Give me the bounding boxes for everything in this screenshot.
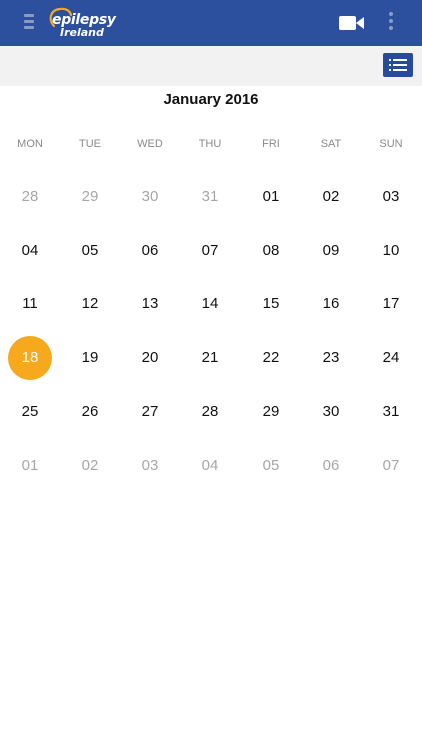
calendar-day[interactable]: 12 — [68, 282, 112, 326]
calendar-day[interactable]: 21 — [188, 336, 232, 380]
list-view-button[interactable] — [383, 53, 413, 77]
weekday-label: MON — [17, 138, 43, 150]
calendar-day[interactable]: 02 — [68, 444, 112, 488]
calendar-day[interactable]: 31 — [188, 175, 232, 219]
calendar-day[interactable]: 25 — [8, 390, 52, 434]
calendar-day[interactable]: 23 — [309, 336, 353, 380]
calendar-day[interactable]: 30 — [309, 390, 353, 434]
calendar-day[interactable]: 27 — [128, 390, 172, 434]
weekday-label: FRI — [262, 138, 280, 150]
calendar-day[interactable]: 22 — [249, 336, 293, 380]
calendar-day[interactable]: 06 — [128, 229, 172, 273]
calendar-day[interactable]: 02 — [309, 175, 353, 219]
calendar-day[interactable]: 10 — [369, 229, 413, 273]
calendar-day[interactable]: 26 — [68, 390, 112, 434]
calendar-day[interactable]: 14 — [188, 282, 232, 326]
weekday-header: MON TUE WED THU FRI SAT SUN — [0, 138, 422, 152]
calendar-day[interactable]: 17 — [369, 282, 413, 326]
weekday-label: SUN — [379, 138, 403, 150]
calendar-day[interactable]: 03 — [128, 444, 172, 488]
calendar-day[interactable]: 07 — [188, 229, 232, 273]
calendar-day[interactable]: 29 — [68, 175, 112, 219]
calendar-day[interactable]: 06 — [309, 444, 353, 488]
calendar-day[interactable]: 09 — [309, 229, 353, 273]
hamburger-icon[interactable] — [24, 14, 36, 30]
logo-text-line2: Ireland — [60, 26, 104, 39]
calendar-day[interactable]: 03 — [369, 175, 413, 219]
calendar-day[interactable]: 19 — [68, 336, 112, 380]
weekday-label: THU — [198, 138, 222, 150]
weekday-label: WED — [137, 138, 163, 150]
calendar-day[interactable]: 29 — [249, 390, 293, 434]
list-view-icon — [389, 59, 407, 71]
calendar-day[interactable]: 28 — [8, 175, 52, 219]
calendar-day[interactable]: 28 — [188, 390, 232, 434]
calendar-day-selected[interactable]: 18 — [8, 336, 52, 380]
calendar-day[interactable]: 13 — [128, 282, 172, 326]
calendar-day[interactable]: 01 — [8, 444, 52, 488]
calendar-day[interactable]: 07 — [369, 444, 413, 488]
calendar-day[interactable]: 20 — [128, 336, 172, 380]
calendar-day[interactable]: 01 — [249, 175, 293, 219]
calendar-day[interactable]: 30 — [128, 175, 172, 219]
calendar-day[interactable]: 11 — [8, 282, 52, 326]
month-title: January 2016 — [163, 91, 259, 108]
calendar-day[interactable]: 31 — [369, 390, 413, 434]
calendar-day[interactable]: 15 — [249, 282, 293, 326]
toolbar — [0, 46, 422, 86]
weekday-label: TUE — [79, 138, 101, 150]
calendar-day[interactable]: 04 — [8, 229, 52, 273]
weekday-label: SAT — [320, 138, 342, 150]
calendar-day[interactable]: 05 — [249, 444, 293, 488]
app-logo: epilepsy Ireland — [46, 6, 116, 40]
app-bar: epilepsy Ireland — [0, 0, 422, 46]
calendar-day[interactable]: 08 — [249, 229, 293, 273]
calendar-day[interactable]: 16 — [309, 282, 353, 326]
calendar-day[interactable]: 04 — [188, 444, 232, 488]
video-camera-icon[interactable] — [338, 13, 366, 33]
more-vert-icon[interactable] — [384, 12, 398, 34]
calendar-day[interactable]: 05 — [68, 229, 112, 273]
calendar-day[interactable]: 24 — [369, 336, 413, 380]
